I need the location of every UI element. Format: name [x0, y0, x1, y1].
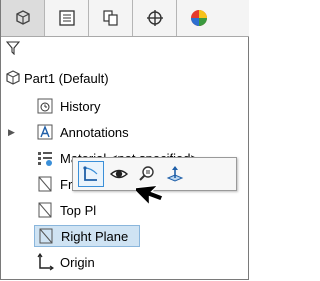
- property-manager-icon: [58, 10, 75, 26]
- annotations-icon: [34, 121, 56, 143]
- tree-item-history[interactable]: History: [34, 95, 100, 117]
- sketch-button[interactable]: [78, 161, 104, 187]
- configuration-manager-icon: [102, 10, 118, 26]
- display-manager-icon: [191, 10, 207, 26]
- manager-tab-bar: [1, 0, 249, 37]
- tab-display-manager[interactable]: [177, 0, 221, 36]
- tree-item-label: Annotations: [60, 124, 129, 140]
- show-hide-button[interactable]: [106, 161, 132, 187]
- material-icon: [34, 147, 56, 169]
- filter-icon: [5, 41, 21, 56]
- tab-dimxpert-manager[interactable]: [133, 0, 177, 36]
- tree-item-origin[interactable]: Origin: [34, 251, 95, 273]
- tree-item-label: Right Plane: [61, 228, 129, 244]
- tab-feature-manager[interactable]: [1, 0, 45, 36]
- history-icon: [34, 95, 56, 117]
- plane-icon: [35, 225, 57, 247]
- zoom-to-selection-icon: [139, 166, 154, 181]
- tree-item-top-plane[interactable]: Top Pl: [34, 199, 96, 221]
- tab-property-manager[interactable]: [45, 0, 89, 36]
- origin-icon: [34, 251, 56, 273]
- plane-icon: [34, 199, 56, 221]
- tree-item-annotations[interactable]: Annotations: [34, 121, 129, 143]
- dimxpert-manager-icon: [146, 10, 163, 26]
- mouse-pointer-icon: [131, 182, 176, 225]
- tab-configuration-manager[interactable]: [89, 0, 133, 36]
- tree-item-label: Origin: [60, 254, 95, 270]
- part-icon: [2, 67, 24, 89]
- tree-item-part1[interactable]: Part1 (Default): [2, 67, 109, 89]
- tree-item-right-plane[interactable]: Right Plane: [34, 225, 140, 247]
- tree-item-label: Top Pl: [60, 202, 97, 218]
- tree-item-label: History: [60, 98, 101, 114]
- sketch-icon: [83, 166, 98, 181]
- show-hide-icon: [109, 169, 129, 179]
- feature-manager-icon: [15, 10, 30, 25]
- plane-icon: [34, 173, 56, 195]
- filter-button[interactable]: [5, 41, 21, 58]
- expand-arrow-icon[interactable]: ▶: [8, 127, 15, 138]
- tree-item-label: Part1 (Default): [24, 70, 109, 86]
- normal-to-icon: [166, 166, 184, 182]
